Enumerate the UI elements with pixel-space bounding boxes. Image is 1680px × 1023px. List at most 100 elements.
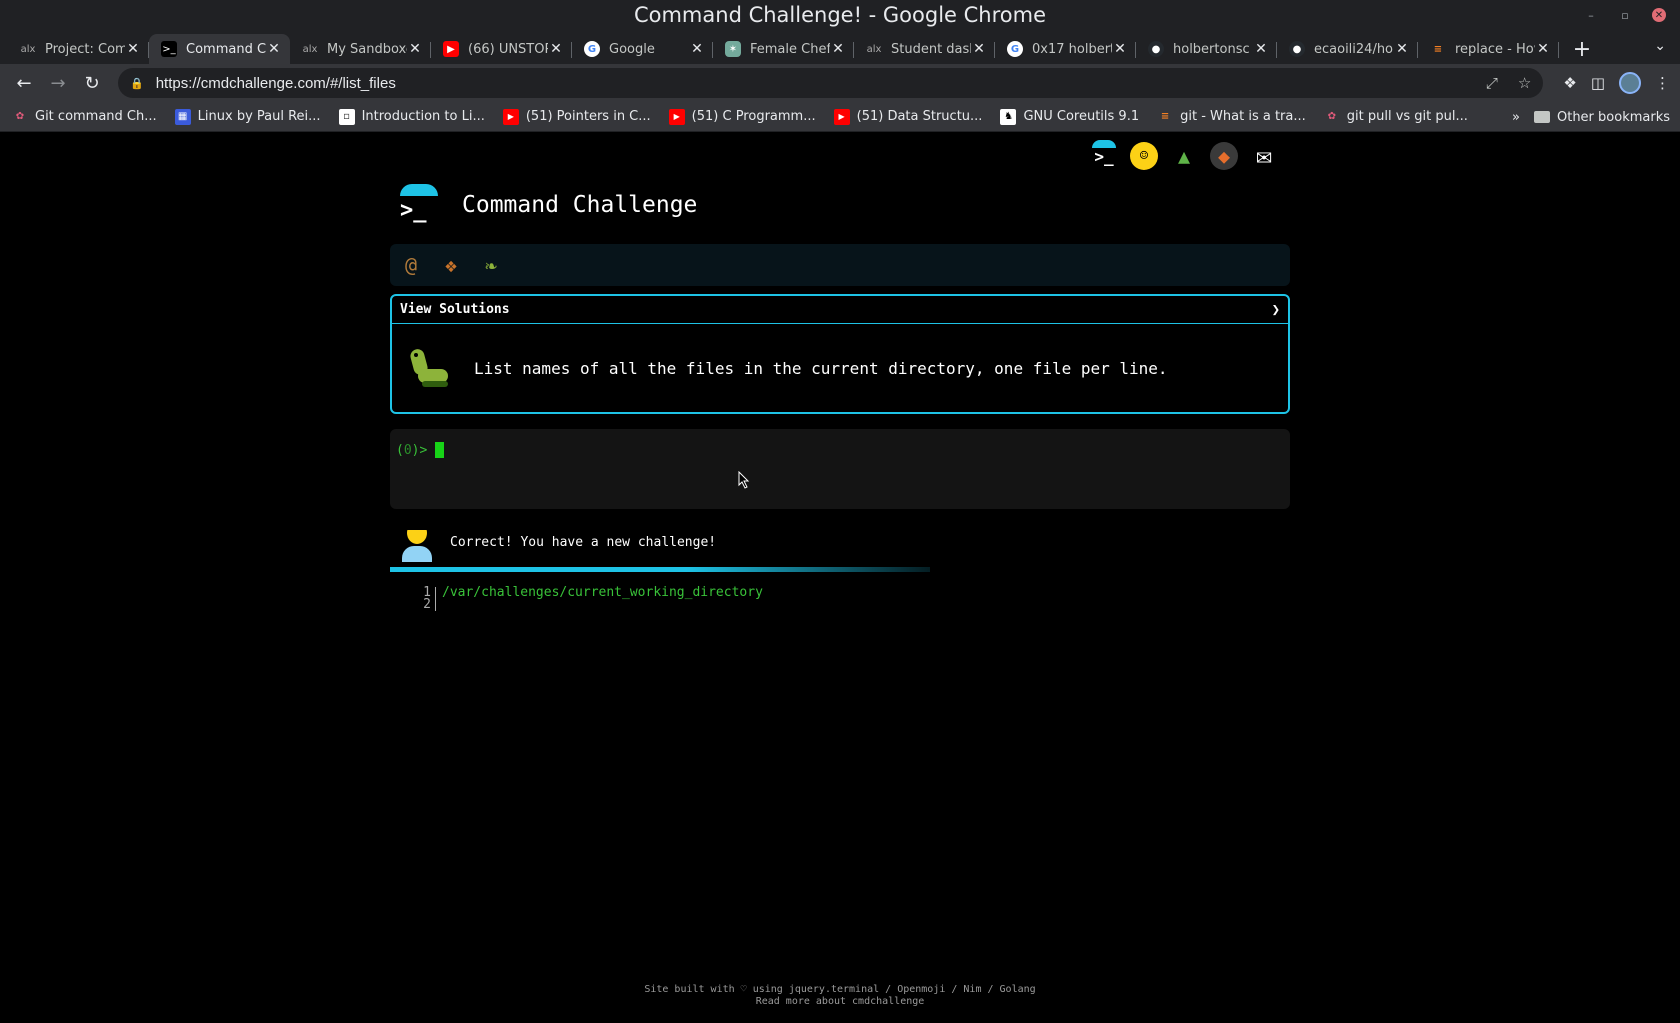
tab-close-icon[interactable]: ✕ — [830, 41, 846, 57]
tab-search-chevron-icon[interactable]: ⌄ — [1654, 38, 1666, 54]
restore-icon[interactable]: ▫ — [1618, 8, 1632, 22]
address-bar[interactable]: 🔒 https://cmdchallenge.com/#/list_files … — [118, 68, 1544, 98]
alx-icon: alx — [302, 43, 318, 55]
profile-avatar[interactable] — [1619, 72, 1641, 94]
side-panel-icon[interactable]: ◫ — [1591, 74, 1605, 92]
tab-close-icon[interactable]: ✕ — [1394, 41, 1410, 57]
tab-close-icon[interactable]: ✕ — [125, 41, 141, 57]
site-footer: Site built with ♡ using jquery.terminal … — [0, 984, 1680, 1008]
window-controls: – ▫ ✕ — [1584, 8, 1666, 22]
snail-icon[interactable]: @ — [398, 253, 424, 277]
new-tab-button[interactable]: + — [1567, 34, 1597, 64]
bookmark-label: git - What is a tra... — [1180, 109, 1306, 124]
stackoverflow-icon: ≡ — [1160, 111, 1170, 122]
bookmark-label: Git command Ch... — [35, 109, 157, 124]
tab-ecaoili24[interactable]: ● ecaoili24/ho ✕ — [1277, 34, 1418, 64]
tab-close-icon[interactable]: ✕ — [407, 41, 423, 57]
tab-my-sandboxes[interactable]: alx My Sandboxe ✕ — [290, 34, 431, 64]
url-text[interactable]: https://cmdchallenge.com/#/list_files — [156, 75, 1466, 92]
menu-kebab-icon[interactable]: ⋮ — [1655, 74, 1670, 92]
tab-female-chef[interactable]: ✶ Female Chef ✕ — [713, 34, 854, 64]
tab-close-icon[interactable]: ✕ — [266, 41, 282, 57]
terminal-icon[interactable]: >_ — [1090, 140, 1118, 170]
oops-face-icon[interactable]: ☺ — [1130, 142, 1158, 170]
forward-arrow-icon[interactable]: → — [44, 69, 72, 97]
tab-strip: alx Project: Com ✕ >_ Command Ch ✕ alx M… — [0, 34, 1680, 64]
view-solutions-toggle[interactable]: View Solutions ❯ — [392, 296, 1288, 324]
bookmark-label: (51) Data Structu... — [856, 109, 983, 124]
window-titlebar: Command Challenge! - Google Chrome – ▫ ✕ — [0, 0, 1680, 34]
bookmark-item[interactable]: ▫ Introduction to Li... — [338, 108, 485, 125]
tab-label: holbertonsc — [1173, 41, 1250, 57]
reload-icon[interactable]: ↻ — [78, 69, 106, 97]
tab-student-dashboard[interactable]: alx Student dash ✕ — [854, 34, 995, 64]
bookmark-item[interactable]: ≡ git - What is a tra... — [1157, 109, 1306, 125]
google-icon: G — [1007, 41, 1023, 57]
share-icon[interactable]: ⤢ — [1486, 74, 1498, 92]
terminal-cursor — [435, 442, 445, 458]
page-icon: ▫ — [338, 108, 355, 125]
bookmark-item[interactable]: ▶ (51) C Programm... — [668, 108, 816, 125]
tab-project[interactable]: alx Project: Com ✕ — [8, 34, 149, 64]
bookmark-item[interactable]: ♞ GNU Coreutils 9.1 — [1000, 108, 1140, 125]
toolbar-actions: ❖ ◫ ⋮ — [1563, 72, 1670, 94]
tab-close-icon[interactable]: ✕ — [689, 41, 705, 57]
tree-icon[interactable]: ▲ — [1170, 142, 1198, 170]
tab-holbertonschool[interactable]: ● holbertonsc ✕ — [1136, 34, 1277, 64]
other-bookmarks-button[interactable]: Other bookmarks — [1533, 110, 1670, 125]
challenge-description: List names of all the files in the curre… — [474, 358, 1168, 378]
bookmark-star-icon[interactable]: ☆ — [1518, 74, 1531, 92]
minimize-icon[interactable]: – — [1584, 8, 1598, 22]
achievements-bar: @ ❖ ❧ — [390, 244, 1290, 286]
gnu-icon: ♞ — [1000, 108, 1017, 125]
tab-label: ecaoili24/ho — [1314, 41, 1394, 57]
tab-close-icon[interactable]: ✕ — [1253, 41, 1269, 57]
bookmark-item[interactable]: ✿ git pull vs git pul... — [1324, 109, 1468, 125]
stackoverflow-icon: ≡ — [1433, 43, 1443, 55]
tab-close-icon[interactable]: ✕ — [548, 41, 564, 57]
caterpillar-icon[interactable]: ❧ — [478, 253, 504, 277]
progress-bar — [390, 567, 930, 572]
mail-icon[interactable]: ✉ — [1250, 141, 1278, 171]
bookmark-item[interactable]: ▶ (51) Pointers in C... — [502, 108, 651, 125]
extensions-puzzle-icon[interactable]: ❖ — [1563, 74, 1576, 92]
tab-google[interactable]: G Google ✕ — [572, 34, 713, 64]
site-brand[interactable]: >_ Command Challenge — [398, 184, 697, 226]
tab-command-challenge[interactable]: >_ Command Ch ✕ — [149, 34, 290, 64]
bookmark-item[interactable]: ▦ Linux by Paul Rei... — [174, 108, 321, 125]
back-arrow-icon[interactable]: ← — [10, 69, 38, 97]
tab-label: Project: Com — [45, 41, 125, 57]
terminal-input[interactable]: (0)> — [390, 429, 1290, 509]
footer-read-more-link[interactable]: Read more about cmdchallenge — [0, 996, 1680, 1008]
tab-close-icon[interactable]: ✕ — [1112, 41, 1128, 57]
tab-0x17-holberton[interactable]: G 0x17 holbert ✕ — [995, 34, 1136, 64]
bookmark-item[interactable]: ✿ Git command Ch... — [12, 109, 157, 125]
chevron-double-right-icon[interactable]: » — [1512, 110, 1520, 125]
feedback-text: Correct! You have a new challenge! — [450, 534, 717, 550]
folder-icon — [1533, 111, 1550, 123]
alx-icon: alx — [20, 43, 36, 55]
gitlab-fox-icon[interactable]: ◆ — [1210, 142, 1238, 170]
bookmark-label: GNU Coreutils 9.1 — [1023, 109, 1140, 124]
bookmark-label: Linux by Paul Rei... — [197, 109, 321, 124]
chevron-right-icon: ❯ — [1271, 301, 1280, 318]
youtube-icon: ▶ — [668, 108, 685, 125]
tab-label: 0x17 holbert — [1032, 41, 1112, 57]
butterfly-icon[interactable]: ❖ — [438, 253, 464, 277]
lock-icon[interactable]: 🔒 — [130, 77, 144, 90]
prompt-close: )> — [411, 442, 428, 458]
caterpillar-icon — [408, 347, 450, 389]
terminal-icon: >_ — [161, 41, 177, 57]
prompt-line[interactable]: (0)> — [396, 442, 1284, 458]
tab-unstop[interactable]: ▶ (66) UNSTOP ✕ — [431, 34, 572, 64]
bookmark-label: git pull vs git pul... — [1346, 109, 1468, 124]
tab-close-icon[interactable]: ✕ — [1535, 41, 1551, 57]
chatgpt-icon: ✶ — [725, 41, 741, 57]
close-window-icon[interactable]: ✕ — [1652, 8, 1666, 22]
footer-credits: Site built with ♡ using jquery.terminal … — [644, 984, 1036, 995]
tab-label: Female Chef — [750, 41, 830, 57]
tab-close-icon[interactable]: ✕ — [971, 41, 987, 57]
bookmark-item[interactable]: ▶ (51) Data Structu... — [833, 108, 983, 125]
tab-replace-how[interactable]: ≡ replace - Hov ✕ — [1418, 34, 1559, 64]
google-icon: G — [584, 41, 600, 57]
